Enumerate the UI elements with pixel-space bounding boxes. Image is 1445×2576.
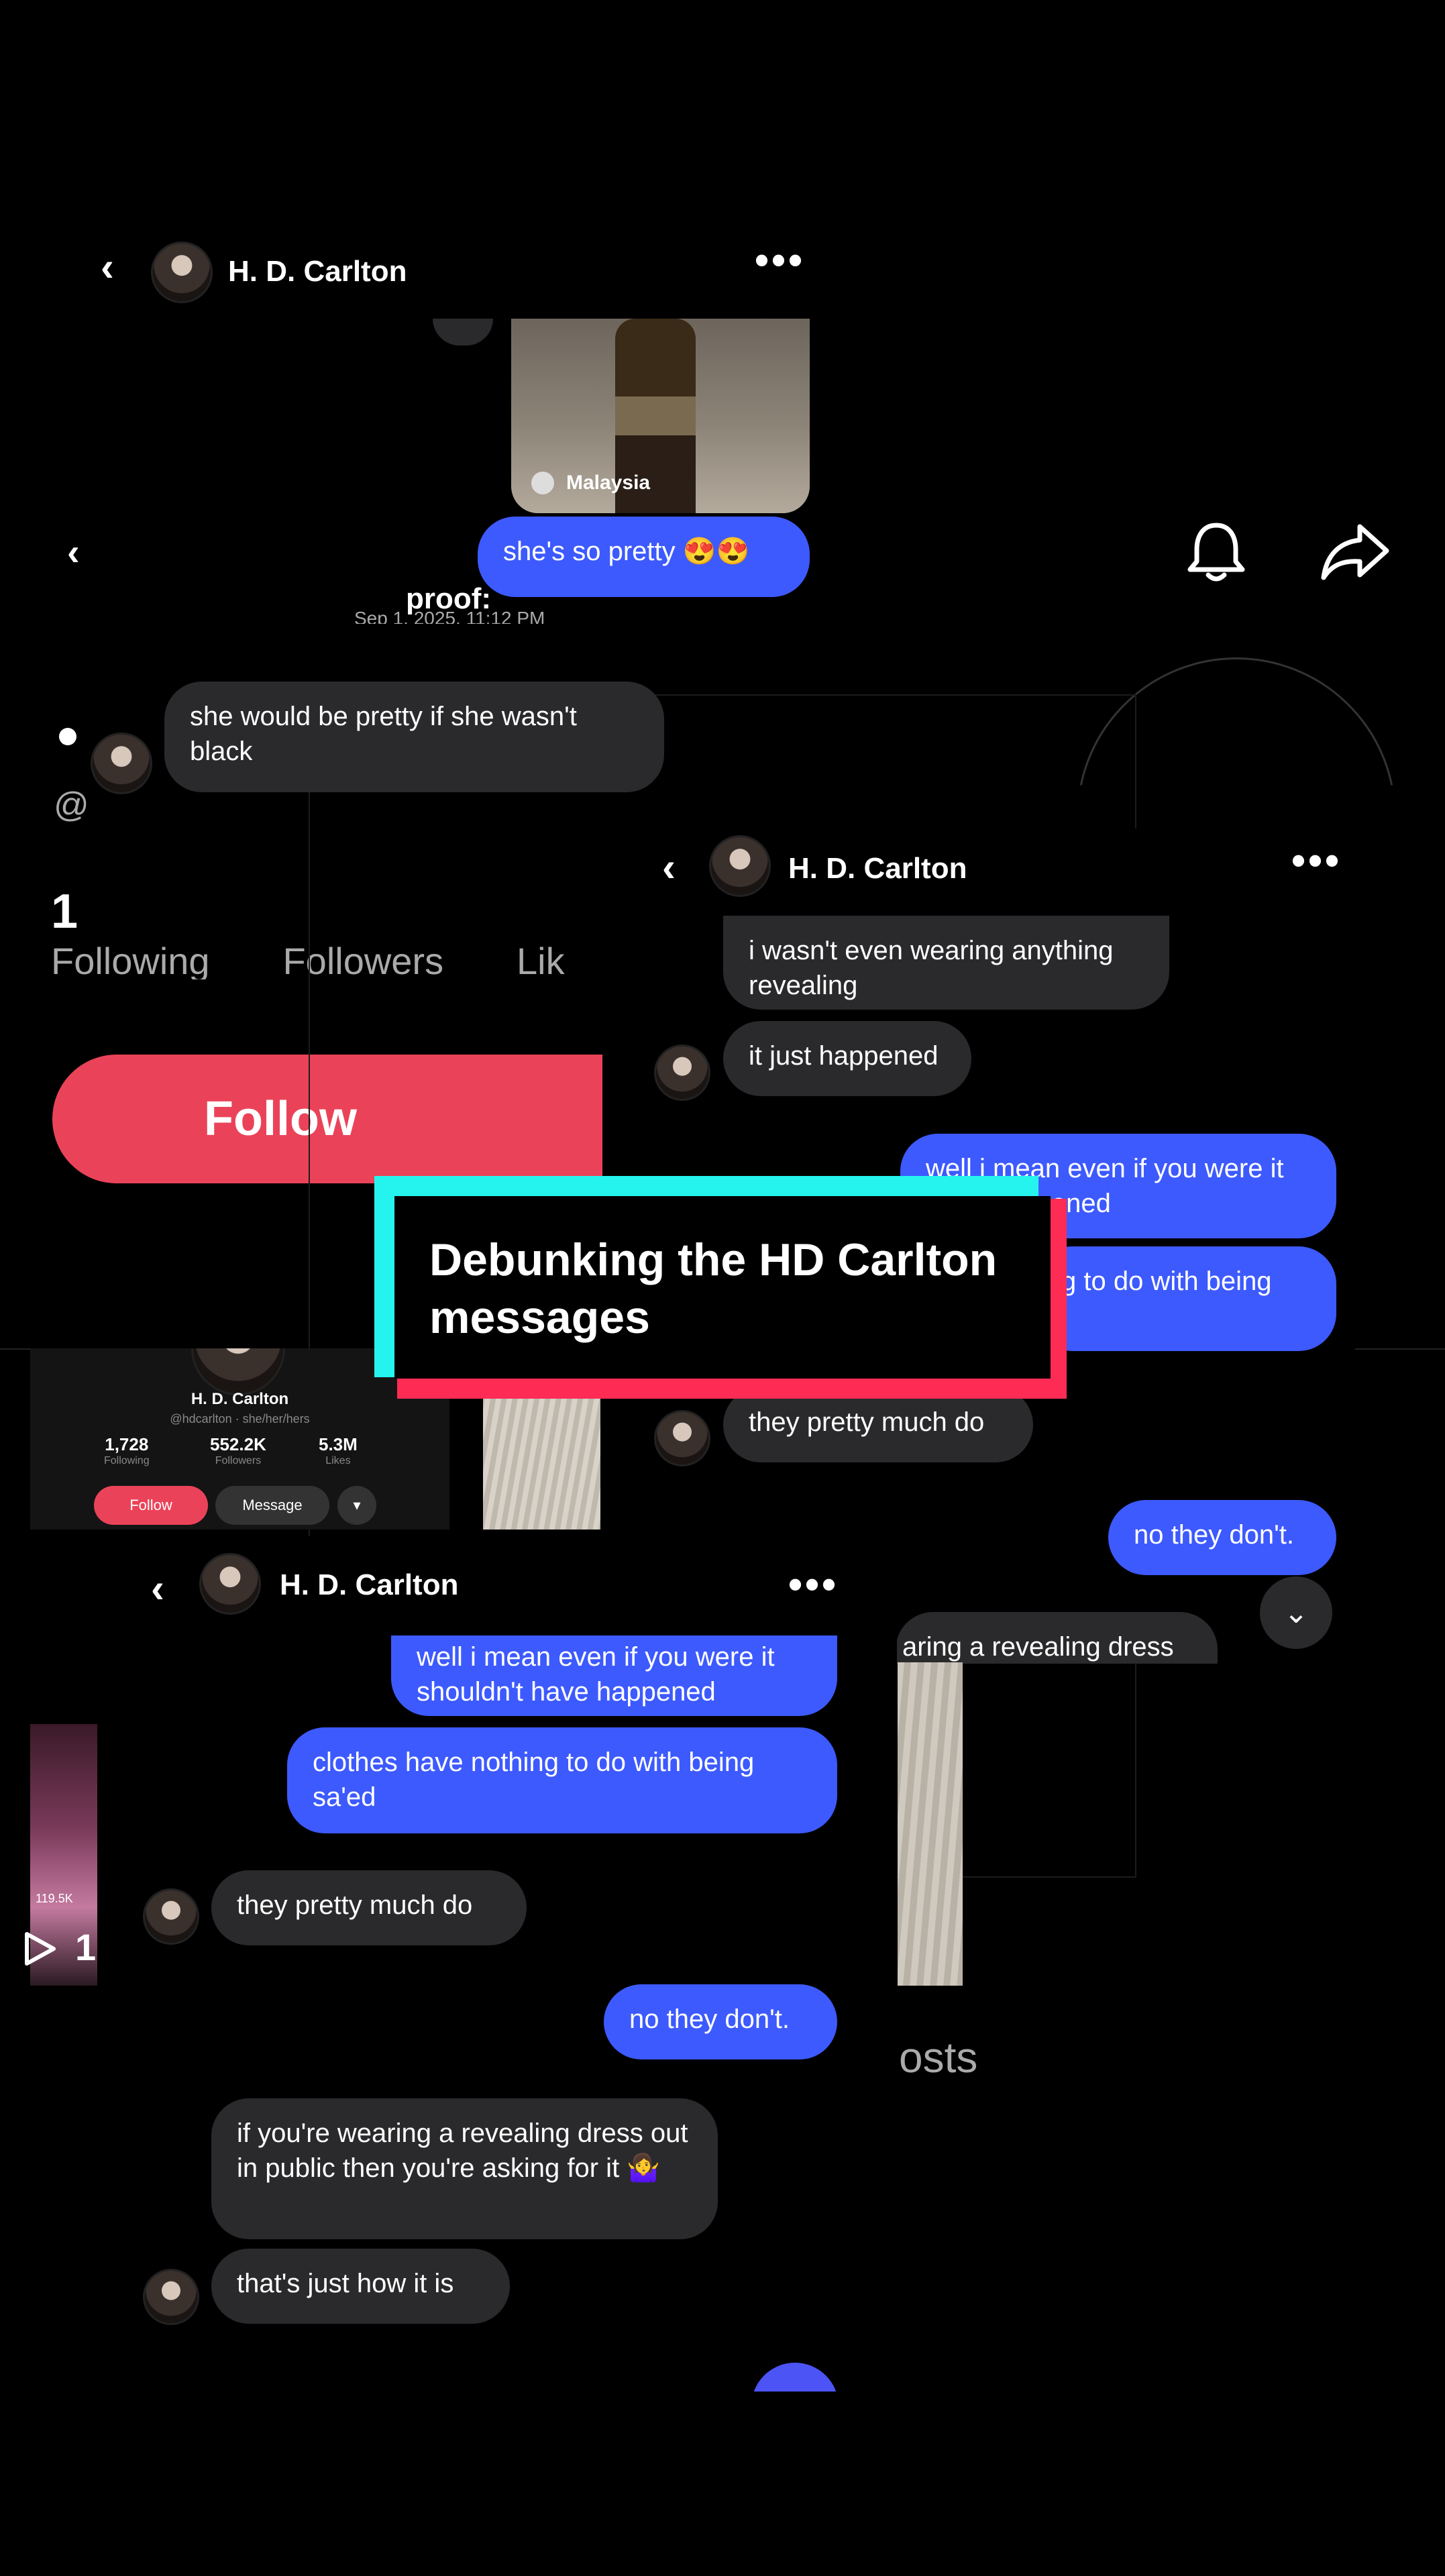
message-bubble: well i mean even if you were it shouldn'… [391,1635,837,1716]
contact-name[interactable]: H. D. Carlton [228,255,407,288]
mini-stat-followers: 552.2K Followers [210,1434,266,1467]
back-chevron-icon[interactable]: ‹ [67,530,80,574]
posts-tab-label[interactable]: osts [899,2033,977,2082]
message-timestamp: Sep 1, 2025, 11:12 PM [354,608,545,624]
contact-avatar[interactable] [709,835,771,897]
status-dot [59,728,76,745]
more-options-icon[interactable]: ••• [788,1564,839,1605]
received-message-bubble: she would be pretty if she wasn't black [164,682,664,792]
mini-followers-label: Followers [215,1455,262,1466]
more-options-icon[interactable]: ••• [1291,841,1342,881]
contact-avatar[interactable] [151,241,213,303]
forward-icon[interactable] [433,319,493,345]
video-thumb-small [898,1662,963,1986]
mini-message-button[interactable]: Message [215,1486,329,1525]
back-chevron-icon[interactable]: ‹ [101,247,114,287]
mini-followers-value: 552.2K [210,1434,266,1454]
message-bubble: clothes have nothing to do with being sa… [287,1727,837,1833]
mini-likes-label: Likes [325,1455,351,1466]
message-bubble: they pretty much do [211,1870,527,1945]
contact-avatar[interactable] [199,1553,261,1615]
title-card: Debunking the HD Carlton messages [394,1196,1051,1379]
message-bubble: i wasn't even wearing anything revealing [723,916,1169,1010]
mini-follow-button[interactable]: Follow [94,1486,208,1525]
mini-stat-likes: 5.3M Likes [319,1434,358,1467]
video-views: 119.5K [36,1892,73,1905]
shared-video-thumbnail[interactable]: Malaysia [511,319,810,513]
message-bubble: aring a revealing dress [896,1612,1218,1664]
contact-name[interactable]: H. D. Carlton [280,1568,458,1602]
handle-at: @ [54,786,89,824]
bottom-dm-header: ‹ H. D. Carlton ••• [97,1536,897,1640]
share-arrow-icon[interactable] [1318,520,1392,584]
sent-message-bubble: she's so pretty 😍😍 [478,517,810,597]
media-location: Malaysia [566,472,651,494]
location-pin-icon [531,472,554,494]
sender-avatar [654,1410,710,1466]
bottom-dm-screenshot: ‹ H. D. Carlton ••• well i mean even if … [97,1536,897,2392]
play-icon[interactable] [19,1929,59,1969]
top-dm-screenshot: ‹ H. D. Carlton ••• Malaysia she's so pr… [87,228,825,624]
mini-avatar [191,1348,285,1395]
title-text: Debunking the HD Carlton messages [429,1234,998,1343]
sender-avatar [654,1044,710,1101]
more-options-icon[interactable]: ••• [755,240,805,280]
sender-avatar [143,2269,199,2325]
mini-dropdown-button[interactable]: ▾ [337,1486,376,1525]
mini-following-label: Following [104,1455,150,1466]
mini-handle: @hdcarlton · she/her/hers [170,1412,310,1426]
contact-name[interactable]: H. D. Carlton [788,852,967,885]
mini-name: H. D. Carlton [191,1390,289,1408]
scroll-down-button[interactable]: ⌄ [1260,1576,1332,1649]
mini-following-value: 1,728 [105,1434,149,1454]
mini-stat-following: 1,728 Following [104,1434,150,1467]
top-dm-header: ‹ H. D. Carlton ••• [87,228,825,315]
back-chevron-icon[interactable]: ‹ [662,847,676,888]
message-bubble: that's just how it is [211,2249,510,2324]
back-chevron-icon[interactable]: ‹ [151,1568,164,1609]
message-bubble: g to do with being [1034,1246,1336,1351]
mini-likes-value: 5.3M [319,1434,358,1454]
sender-avatar [143,1888,199,1945]
message-bubble: if you're wearing a revealing dress out … [211,2098,718,2239]
message-bubble: it just happened [723,1021,971,1096]
received-avatar [91,733,152,794]
middle-dm-header: ‹ H. D. Carlton ••• [634,828,1355,916]
message-bubble: no they don't. [604,1984,837,2059]
following-count: 1 [51,885,78,938]
bell-icon[interactable] [1186,520,1246,584]
send-button-partial[interactable] [751,2363,839,2392]
message-bubble: no they don't. [1108,1500,1336,1575]
play-count: 1 [75,1926,97,1968]
